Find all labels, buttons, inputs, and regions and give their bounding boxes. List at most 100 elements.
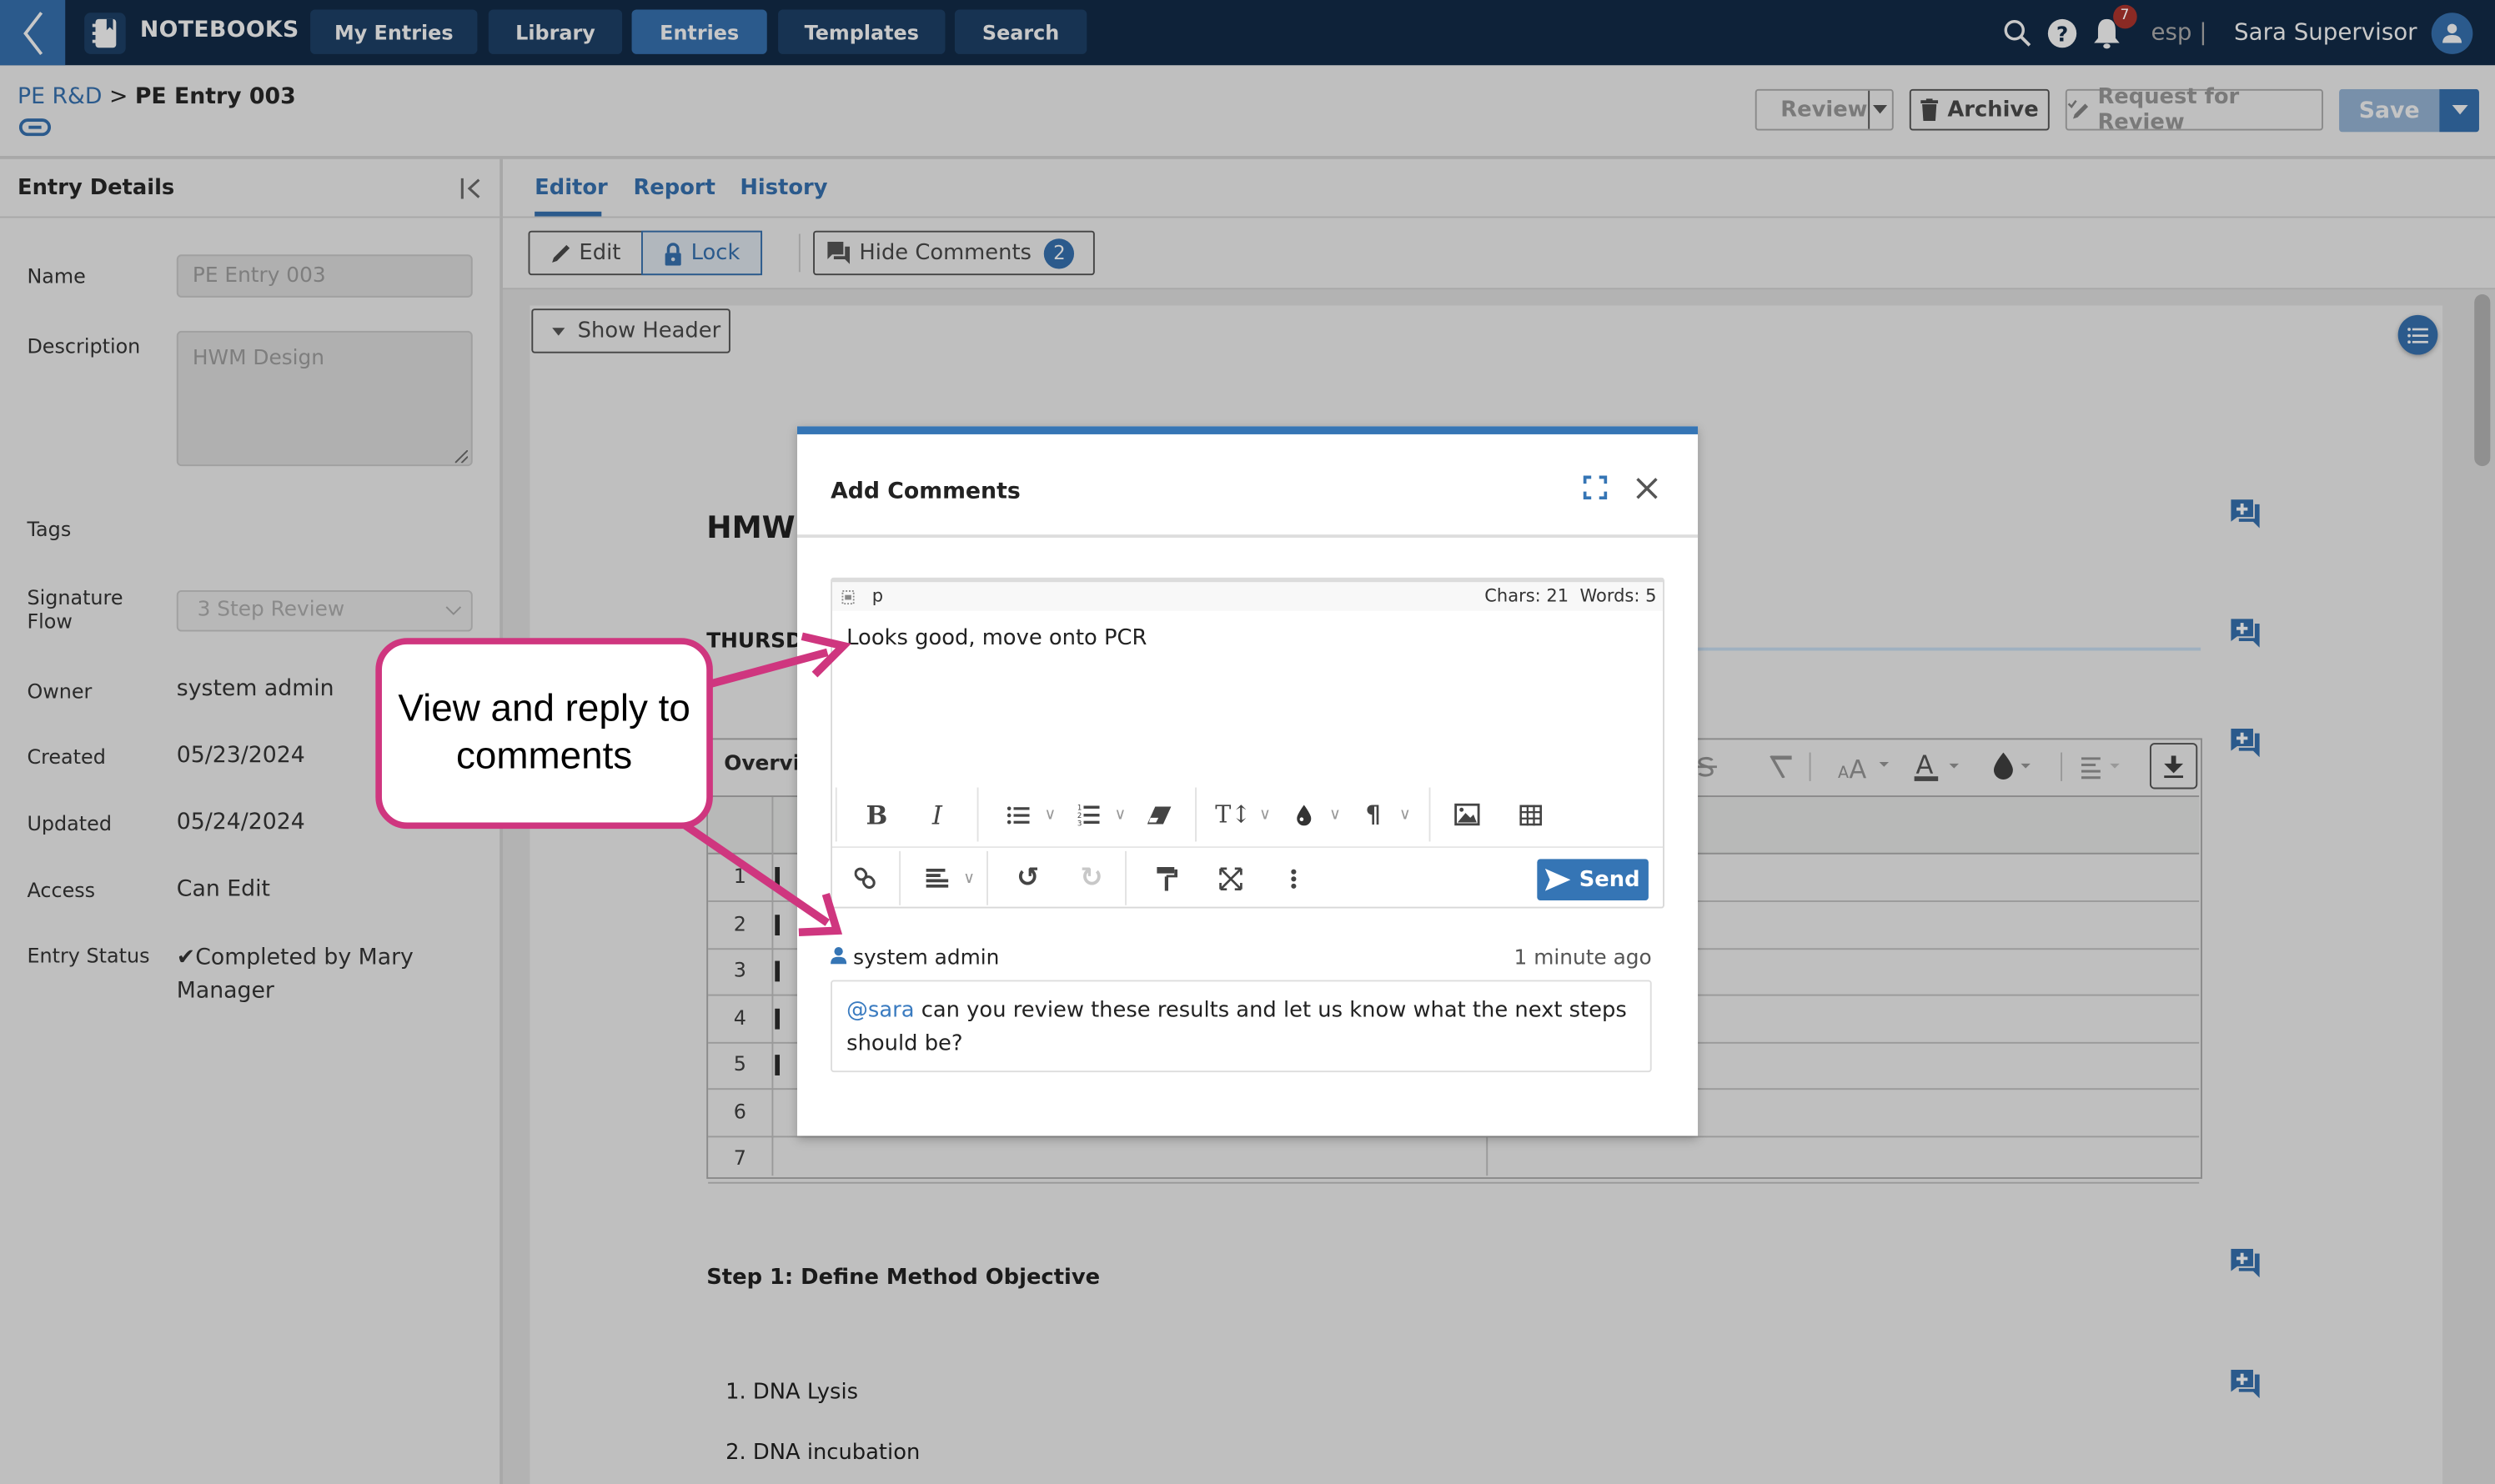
- panel-title: Entry Details: [17, 174, 175, 201]
- search-icon[interactable]: [2003, 18, 2031, 47]
- add-comment-icon[interactable]: [2231, 1248, 2262, 1278]
- created-label: Created: [27, 745, 106, 769]
- bold-icon[interactable]: B: [856, 794, 898, 835]
- chevron-down-icon: [445, 606, 462, 615]
- svg-text:A: A: [1915, 751, 1933, 780]
- edit-button[interactable]: Edit: [530, 233, 641, 274]
- tab-history[interactable]: History: [740, 175, 827, 201]
- chevron-down-icon[interactable]: ∨: [1254, 806, 1277, 824]
- notebook-icon: [84, 13, 126, 54]
- send-icon: [1545, 868, 1572, 891]
- description-field[interactable]: HWM Design: [176, 330, 473, 467]
- highlight-icon[interactable]: [1993, 752, 2041, 781]
- numbered-list-icon[interactable]: 123: [1067, 794, 1109, 835]
- chevron-down-icon[interactable]: ∨: [1039, 806, 1062, 824]
- align-icon[interactable]: [2081, 757, 2129, 780]
- outline-button[interactable]: [2397, 314, 2438, 355]
- row-number: 7: [733, 1145, 746, 1170]
- image-icon[interactable]: [1447, 794, 1488, 835]
- nav-entries[interactable]: Entries: [631, 9, 767, 54]
- table-icon[interactable]: [1510, 794, 1552, 835]
- format-painter-icon[interactable]: [1146, 858, 1187, 900]
- help-icon[interactable]: ?: [2046, 17, 2078, 48]
- active-tab-indicator: [535, 211, 602, 217]
- review-button[interactable]: Review: [1757, 97, 1867, 123]
- add-comment-icon[interactable]: [2231, 728, 2262, 758]
- nav-library[interactable]: Library: [488, 9, 623, 54]
- chevron-down-icon[interactable]: ∨: [1324, 806, 1347, 824]
- tab-editor[interactable]: Editor: [535, 175, 608, 201]
- font-color-icon[interactable]: A: [1914, 751, 1969, 783]
- avatar[interactable]: [2431, 12, 2473, 53]
- font-size-icon[interactable]: AA: [1838, 754, 1892, 780]
- save-dropdown[interactable]: [2439, 88, 2479, 133]
- add-comments-modal: Add Comments p Chars: 21 Words: 5 Looks …: [797, 426, 1699, 1136]
- element-path: p: [871, 585, 884, 607]
- nav-search[interactable]: Search: [954, 9, 1087, 54]
- chevron-left-icon: [23, 11, 43, 55]
- mention-link[interactable]: @sara: [846, 997, 914, 1023]
- scrollbar-thumb[interactable]: [2474, 294, 2491, 467]
- comment-editor[interactable]: p Chars: 21 Words: 5 Looks good, move on…: [831, 577, 1664, 910]
- chevron-down-icon[interactable]: ∨: [1109, 806, 1132, 824]
- svg-text:1: 1: [1077, 804, 1082, 812]
- add-comment-icon[interactable]: [2231, 1369, 2262, 1399]
- fullscreen-icon[interactable]: [1209, 858, 1251, 900]
- review-split-button: Review: [1755, 88, 1894, 131]
- redo-icon[interactable]: ↻: [1071, 858, 1112, 900]
- back-button[interactable]: [0, 0, 66, 66]
- align-left-icon[interactable]: [916, 858, 958, 900]
- notifications-button[interactable]: 7: [2092, 3, 2137, 48]
- download-button[interactable]: [2149, 743, 2198, 790]
- text-size-icon[interactable]: T↕: [1212, 794, 1254, 835]
- lock-button[interactable]: Lock: [641, 230, 763, 276]
- comment-input[interactable]: Looks good, move onto PCR: [846, 625, 1147, 651]
- color-drop-icon[interactable]: [1283, 794, 1324, 835]
- hide-comments-button[interactable]: Hide Comments 2: [813, 230, 1095, 276]
- strikethrough-icon[interactable]: [1694, 755, 1717, 778]
- tab-report[interactable]: Report: [633, 175, 715, 201]
- editor-toolbar-row2: ∨ ↺ ↻ Send: [832, 846, 1663, 910]
- expand-icon[interactable]: [1583, 475, 1608, 500]
- bullet-list-icon[interactable]: [997, 794, 1039, 835]
- more-options-icon[interactable]: [1273, 858, 1315, 900]
- italic-icon[interactable]: I: [916, 794, 958, 835]
- request-review-button[interactable]: Request for Review: [2065, 84, 2323, 135]
- breadcrumb-separator: >: [108, 84, 128, 110]
- archive-button[interactable]: Archive: [1909, 88, 2050, 131]
- review-dropdown[interactable]: [1867, 90, 1891, 129]
- undo-icon[interactable]: ↺: [1007, 858, 1049, 900]
- cell-text-fragment: [775, 914, 781, 935]
- nav-templates[interactable]: Templates: [778, 9, 946, 54]
- request-review-label: Request for Review: [2097, 84, 2240, 136]
- add-comment-icon[interactable]: [2231, 619, 2262, 648]
- user-name[interactable]: Sara Supervisor: [2234, 20, 2417, 46]
- toolbar-divider: [1809, 752, 1811, 781]
- name-field[interactable]: PE Entry 003: [176, 254, 473, 298]
- signature-flow-select[interactable]: 3 Step Review: [176, 589, 473, 632]
- close-icon[interactable]: [1636, 477, 1659, 499]
- paragraph-icon[interactable]: ¶: [1353, 794, 1394, 835]
- description-label: Description: [27, 333, 141, 358]
- toolbar-divider: [2061, 752, 2063, 781]
- chevron-down-icon[interactable]: ∨: [958, 870, 981, 887]
- resize-handle-icon[interactable]: [454, 450, 469, 464]
- header-right: ? 7 esp | Sara Supervisor: [2003, 0, 2473, 65]
- add-comment-icon[interactable]: [2231, 499, 2262, 529]
- signature-label-line2: Flow: [27, 609, 73, 634]
- block-select-icon[interactable]: [841, 589, 855, 605]
- clear-format-icon[interactable]: [1768, 755, 1794, 779]
- breadcrumb-parent[interactable]: PE R&D: [18, 84, 102, 110]
- svg-text:2: 2: [1077, 812, 1082, 820]
- nav-my-entries[interactable]: My Entries: [310, 9, 478, 54]
- link-icon[interactable]: [18, 118, 52, 137]
- show-header-button[interactable]: Show Header: [531, 308, 730, 353]
- tags-label: Tags: [27, 517, 72, 541]
- chevron-down-icon[interactable]: ∨: [1394, 806, 1417, 824]
- send-button[interactable]: Send: [1537, 859, 1649, 901]
- link-icon[interactable]: [845, 858, 886, 900]
- eraser-icon[interactable]: [1137, 794, 1179, 835]
- save-button[interactable]: Save: [2339, 88, 2440, 133]
- collapse-panel-icon[interactable]: [459, 178, 482, 199]
- modal-divider: [797, 534, 1699, 538]
